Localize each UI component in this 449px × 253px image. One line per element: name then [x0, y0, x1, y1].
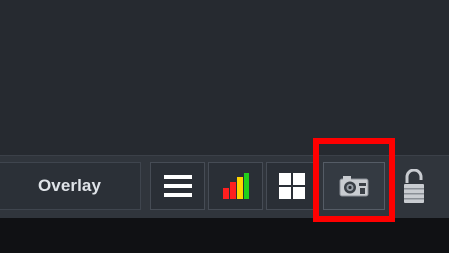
video-area [0, 0, 449, 155]
hamburger-menu-icon [163, 175, 192, 197]
grid-layout-button[interactable] [266, 162, 318, 210]
grid-layout-icon [279, 173, 305, 199]
bottom-toolbar: Overlay [0, 155, 449, 218]
overlay-button-label: Overlay [37, 176, 102, 195]
lock-button[interactable] [397, 163, 431, 211]
menu-button[interactable] [150, 162, 205, 210]
snapshot-button[interactable] [323, 162, 385, 210]
signal-strength-icon [222, 173, 249, 199]
lock-icon [404, 169, 424, 203]
overlay-button[interactable]: Overlay [0, 162, 141, 210]
camera-icon [339, 176, 369, 197]
signal-button[interactable] [208, 162, 263, 210]
status-strip [0, 218, 449, 253]
